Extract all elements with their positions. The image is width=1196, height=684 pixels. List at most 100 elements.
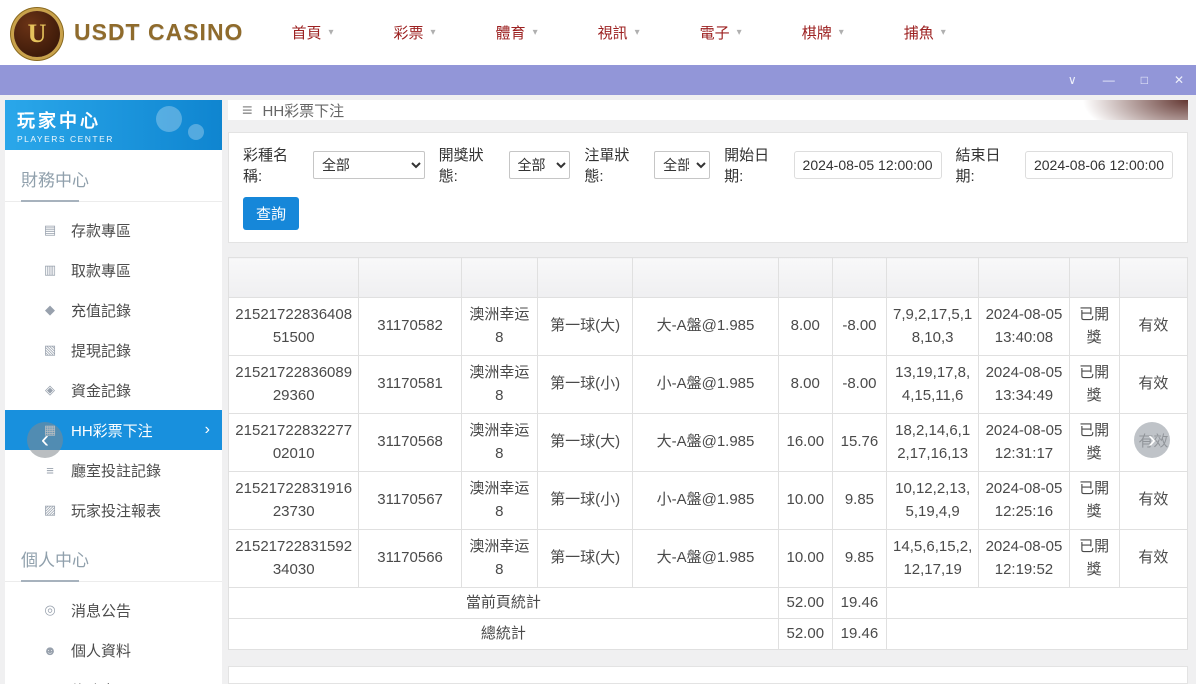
menu-item-icon: ▨ [41, 502, 59, 518]
app-body: 玩家中心 PLAYERS CENTER 財務中心 ▤ 存款專區 › ▥ 取款專區… [0, 95, 1196, 684]
draw-status-select[interactable]: 全部 [509, 151, 571, 179]
lottery-type-label: 彩種名稱: [243, 144, 307, 186]
nav-item[interactable]: 彩票 ▾ [394, 22, 436, 43]
menu-item-icon: ◆ [41, 302, 59, 318]
cell-bet-time: 2024-08-05 12:19:52 [979, 530, 1069, 588]
cell-play-type: 第一球(大) [537, 298, 632, 356]
menu-item-label: 修改密碼 [71, 680, 131, 684]
sidebar-menu-item[interactable]: ▥ 取款專區 › [5, 250, 222, 290]
cell-bet-time: 2024-08-05 12:25:16 [979, 472, 1069, 530]
section-finance-center: 財務中心 [5, 150, 222, 202]
cell-period: 31170566 [359, 530, 461, 588]
summary-label: 總統計 [229, 619, 779, 650]
logo[interactable]: U USDT CASINO [12, 9, 243, 57]
nav-item[interactable]: 視訊 ▾ [598, 22, 640, 43]
summary-win-loss: 19.46 [832, 619, 886, 650]
nav-item[interactable]: 電子 ▾ [700, 22, 742, 43]
breadcrumb-bar: ≡ HH彩票下注 [228, 100, 1188, 120]
column-header [359, 258, 461, 298]
cell-bet-status: 有效 [1119, 472, 1187, 530]
cell-draw-status: 已開獎 [1069, 530, 1119, 588]
cell-bet-status: 有效 [1119, 356, 1187, 414]
cell-lottery-name: 澳洲幸运8 [461, 414, 537, 472]
menu-item-icon: ◎ [41, 602, 59, 618]
cell-lottery-name: 澳洲幸运8 [461, 530, 537, 588]
menu-item-icon: ◈ [41, 382, 59, 398]
nav-item-label: 體育 [496, 22, 526, 43]
nav-item-label: 視訊 [598, 22, 628, 43]
nav-item[interactable]: 捕魚 ▾ [904, 22, 946, 43]
nav-item[interactable]: 棋牌 ▾ [802, 22, 844, 43]
lottery-type-select[interactable]: 全部 [313, 151, 425, 179]
sidebar-menu-item[interactable]: ☻ 個人資料 › [5, 630, 222, 670]
cell-draw-result: 7,9,2,17,5,18,10,3 [887, 298, 979, 356]
sidebar-menu-item[interactable]: ◎ 消息公告 › [5, 590, 222, 630]
sidebar-menu-item[interactable]: ◆ 充值記錄 › [5, 290, 222, 330]
summary-label: 當前頁統計 [229, 588, 779, 619]
collapse-chevron-icon[interactable]: ∨ [1068, 74, 1077, 86]
nav-item[interactable]: 體育 ▾ [496, 22, 538, 43]
cell-bet-amount: 16.00 [778, 414, 832, 472]
top-bar: U USDT CASINO 首頁 ▾ 彩票 ▾ 體育 ▾ 視訊 ▾ 電子 ▾ 棋… [0, 0, 1196, 65]
table-row: 2152172283191623730 31170567 澳洲幸运8 第一球(小… [229, 472, 1188, 530]
sidebar-menu-item[interactable]: ▧ 提現記錄 › [5, 330, 222, 370]
summary-empty [887, 588, 1188, 619]
bet-status-select[interactable]: 全部 [654, 151, 710, 179]
main-nav: 首頁 ▾ 彩票 ▾ 體育 ▾ 視訊 ▾ 電子 ▾ 棋牌 ▾ 捕魚 ▾ [291, 22, 945, 43]
cell-bet-info: 小-A盤@1.985 [633, 472, 778, 530]
cell-draw-status: 已開獎 [1069, 356, 1119, 414]
table-row: 2152172283159234030 31170566 澳洲幸运8 第一球(大… [229, 530, 1188, 588]
minimize-icon[interactable]: — [1103, 74, 1115, 86]
cell-bet-info: 大-A盤@1.985 [633, 530, 778, 588]
hamburger-icon[interactable]: ≡ [242, 100, 253, 120]
table-row: 2152172283227702010 31170568 澳洲幸运8 第一球(大… [229, 414, 1188, 472]
maximize-icon[interactable]: □ [1141, 74, 1148, 86]
sidebar: 玩家中心 PLAYERS CENTER 財務中心 ▤ 存款專區 › ▥ 取款專區… [5, 100, 222, 684]
prev-arrow-button[interactable]: ‹ [27, 422, 63, 458]
players-center-header: 玩家中心 PLAYERS CENTER [5, 100, 222, 150]
cell-win-loss: 9.85 [832, 530, 886, 588]
billiard-ball-icon [156, 106, 182, 132]
column-header [1119, 258, 1187, 298]
cell-win-loss: 15.76 [832, 414, 886, 472]
chevron-down-icon: ▾ [635, 27, 640, 38]
table-row: 2152172283608929360 31170581 澳洲幸运8 第一球(小… [229, 356, 1188, 414]
sidebar-menu-item[interactable]: ▨ 玩家投注報表 › [5, 490, 222, 530]
table-summary: 當前頁統計 52.00 19.46 總統計 52.00 19.46 [229, 588, 1188, 650]
page-title: HH彩票下注 [263, 100, 345, 120]
sidebar-menu-item[interactable]: ◈ 資金記錄 › [5, 370, 222, 410]
start-date-label: 開始日期: [724, 144, 787, 186]
bet-status-label: 注單狀態: [584, 144, 648, 186]
search-button[interactable]: 查詢 [243, 197, 299, 230]
start-date-input[interactable] [794, 151, 942, 179]
nav-item-label: 彩票 [394, 22, 424, 43]
personal-menu: ◎ 消息公告 › ☻ 個人資料 › ⚙ 修改密碼 › [5, 582, 222, 684]
column-header [537, 258, 632, 298]
menu-item-label: 消息公告 [71, 600, 131, 621]
menu-item-label: 充值記錄 [71, 300, 131, 321]
cell-win-loss: -8.00 [832, 356, 886, 414]
cell-period: 31170582 [359, 298, 461, 356]
menu-item-label: 提現記錄 [71, 340, 131, 361]
chevron-right-icon: › [205, 421, 210, 439]
next-arrow-button[interactable]: › [1134, 422, 1170, 458]
sidebar-menu-item[interactable]: ▤ 存款專區 › [5, 210, 222, 250]
cell-bet-status: 有效 [1119, 530, 1187, 588]
summary-row: 總統計 52.00 19.46 [229, 619, 1188, 650]
nav-item-label: 首頁 [291, 22, 321, 43]
end-date-label: 結束日期: [956, 144, 1019, 186]
cell-bet-info: 大-A盤@1.985 [633, 414, 778, 472]
summary-bet-amount: 52.00 [778, 588, 832, 619]
corner-decoration [998, 100, 1188, 120]
table-row: 2152172283640851500 31170582 澳洲幸运8 第一球(大… [229, 298, 1188, 356]
chevron-down-icon: ▾ [839, 27, 844, 38]
end-date-input[interactable] [1025, 151, 1173, 179]
cell-bet-status: 有效 [1119, 298, 1187, 356]
sidebar-menu-item[interactable]: ⚙ 修改密碼 › [5, 670, 222, 684]
close-icon[interactable]: ✕ [1174, 74, 1184, 86]
nav-item[interactable]: 首頁 ▾ [291, 22, 333, 43]
menu-item-icon: ▥ [41, 262, 59, 278]
menu-item-label: 資金記錄 [71, 380, 131, 401]
bets-table: 2152172283640851500 31170582 澳洲幸运8 第一球(大… [228, 257, 1188, 650]
summary-win-loss: 19.46 [832, 588, 886, 619]
